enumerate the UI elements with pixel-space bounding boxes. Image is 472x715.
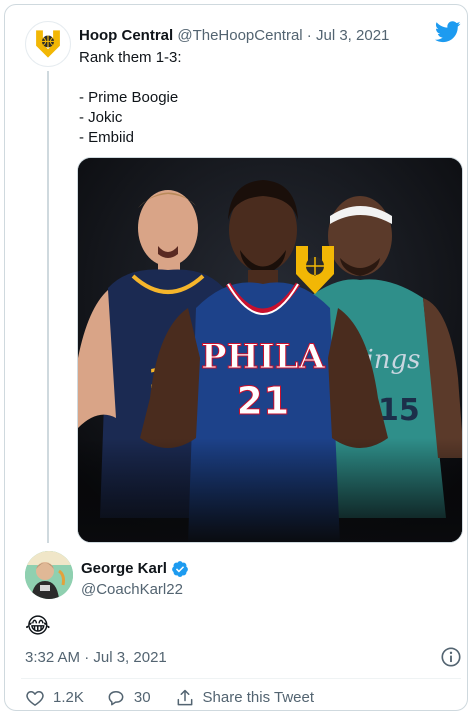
share-icon (177, 689, 192, 706)
reply-author-name-row[interactable]: George Karl (81, 559, 189, 579)
tweet-card: Hoop Central @TheHoopCentral · Jul 3, 20… (4, 4, 468, 711)
reply-author-name[interactable]: George Karl (81, 559, 167, 579)
quoted-tweet-header: Hoop Central @TheHoopCentral · Jul 3, 20… (79, 27, 389, 45)
tweet-actions: 1.2K 30 Share this Tweet (25, 688, 314, 708)
right-jersey-number: 15 (378, 393, 420, 428)
twitter-bird-icon[interactable] (435, 21, 461, 43)
like-count: 1.2K (53, 689, 84, 706)
thread-line (47, 71, 49, 543)
george-karl-avatar[interactable] (25, 551, 73, 599)
tweet-text-line (79, 68, 182, 88)
divider (21, 678, 461, 679)
hoop-central-avatar[interactable] (25, 21, 71, 67)
reply-button[interactable]: 30 (106, 688, 151, 708)
tweet-text-emoji: 😂 (25, 613, 51, 638)
reply-bubble-icon (108, 691, 124, 706)
hoop-central-logo-icon (36, 30, 60, 58)
verified-badge-icon (171, 561, 188, 577)
quoted-tweet-date[interactable]: Jul 3, 2021 (316, 27, 389, 44)
like-button[interactable]: 1.2K (25, 688, 84, 708)
basketball-players-image: 15 Kings 15 PHILA 21 (78, 158, 462, 542)
tweet-timestamp[interactable]: 3:32 AM · Jul 3, 2021 (25, 648, 167, 668)
tweet-text-line: - Jokic (79, 109, 123, 126)
tweet-text-line: - Embiid (79, 129, 135, 146)
share-label: Share this Tweet (202, 689, 314, 706)
quoted-author-name[interactable]: Hoop Central (79, 27, 173, 44)
reply-author-handle[interactable]: @CoachKarl22 (81, 580, 183, 600)
info-icon[interactable] (440, 646, 462, 668)
heart-icon (26, 691, 44, 706)
quoted-author-handle[interactable]: @TheHoopCentral (177, 27, 302, 44)
center-jersey-number: 21 (237, 379, 290, 423)
quoted-tweet-text: Rank them 1-3: - Prime Boogie - Jokic - … (79, 48, 182, 148)
center-jersey-team: PHILA (201, 337, 326, 377)
profile-photo (25, 551, 73, 599)
tweet-media-image[interactable]: 15 Kings 15 PHILA 21 (77, 157, 463, 543)
tweet-text-line: - Prime Boogie (79, 89, 179, 106)
meta-separator: · (302, 27, 316, 44)
reply-count: 30 (133, 689, 151, 706)
share-tweet-button[interactable]: Share this Tweet (175, 688, 314, 708)
tweet-text-line: Rank them 1-3: (79, 49, 182, 66)
